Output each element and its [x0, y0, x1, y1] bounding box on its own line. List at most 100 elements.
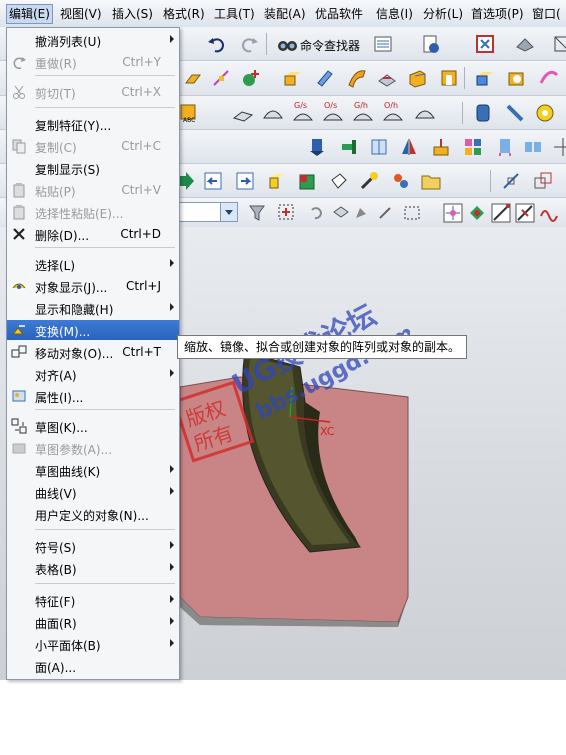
select-edge-icon[interactable]: [376, 202, 398, 224]
menu-item[interactable]: 变换(M)...: [7, 320, 179, 340]
surface-abc-icon[interactable]: ABC: [178, 102, 200, 124]
boolean-unite-icon[interactable]: [474, 67, 496, 89]
snap-point-icon[interactable]: [276, 202, 298, 224]
menu-item[interactable]: 选择(L): [7, 254, 179, 274]
sweep-icon[interactable]: [346, 67, 368, 89]
face-icon[interactable]: [328, 170, 350, 192]
snap-line-icon[interactable]: [490, 202, 512, 224]
menu-youpin[interactable]: 优品软件: [313, 5, 365, 23]
menu-item[interactable]: 草图(K)...: [7, 416, 179, 436]
shaded-view-icon[interactable]: [514, 33, 536, 55]
menu-item[interactable]: 复制显示(S): [7, 158, 179, 178]
spray-icon[interactable]: [358, 170, 380, 192]
snap-cross-icon[interactable]: [514, 202, 536, 224]
menu-item[interactable]: 符号(S): [7, 536, 179, 556]
menu-item[interactable]: 表格(B): [7, 558, 179, 578]
replace-right-icon[interactable]: [234, 170, 256, 192]
constraint-icon[interactable]: [430, 136, 452, 158]
spring-icon[interactable]: [504, 102, 526, 124]
replace-left-icon[interactable]: [202, 170, 224, 192]
type-filter-dropdown[interactable]: [178, 202, 238, 222]
menu-item[interactable]: 用户定义的对象(N)...: [7, 504, 179, 524]
menu-item[interactable]: 曲面(R): [7, 612, 179, 632]
select-face-icon[interactable]: [352, 202, 374, 224]
menu-format[interactable]: 格式(R): [161, 5, 207, 23]
edge-blend-icon[interactable]: [376, 67, 398, 89]
menu-item[interactable]: 选择性粘贴(E)...: [7, 202, 179, 222]
block-icon[interactable]: [282, 67, 304, 89]
extrude-icon[interactable]: [182, 67, 204, 89]
menu-item[interactable]: 显示和隐藏(H): [7, 298, 179, 318]
select-body-icon[interactable]: [330, 202, 352, 224]
point-icon[interactable]: [240, 67, 262, 89]
assembly-arrange-icon[interactable]: [494, 136, 516, 158]
menu-item[interactable]: 对齐(A): [7, 364, 179, 384]
menu-item[interactable]: 撤消列表(U): [7, 30, 179, 50]
menu-item[interactable]: 移动对象(O)... Ctrl+T: [7, 342, 179, 362]
surface-g-icon-1[interactable]: [232, 102, 254, 124]
exploded-view-icon[interactable]: [522, 136, 544, 158]
snap-curve-icon[interactable]: [538, 202, 560, 224]
continuity-oh-icon[interactable]: O/h: [382, 100, 404, 122]
undo-selection-icon[interactable]: [306, 202, 328, 224]
chamfer-icon[interactable]: [406, 67, 428, 89]
menu-assembly[interactable]: 装配(A): [262, 5, 308, 23]
layer-icon[interactable]: [372, 33, 394, 55]
continuity-gh-icon[interactable]: G/h: [352, 100, 374, 122]
menu-edit[interactable]: 编辑(E): [6, 4, 53, 24]
menu-analysis[interactable]: 分析(L): [421, 5, 465, 23]
cylinder-icon[interactable]: [314, 67, 336, 89]
menu-item[interactable]: 特征(F): [7, 590, 179, 610]
menu-insert[interactable]: 插入(S): [110, 5, 155, 23]
snap-end-icon[interactable]: [466, 202, 488, 224]
washer-icon[interactable]: [534, 102, 556, 124]
menu-item[interactable]: 复制(C) Ctrl+C: [7, 136, 179, 156]
continuity-os-icon[interactable]: O/s: [322, 100, 344, 122]
menu-item[interactable]: 重做(R) Ctrl+Y: [7, 52, 179, 72]
menu-item[interactable]: 剪切(T) Ctrl+X: [7, 82, 179, 102]
drum-icon[interactable]: [472, 102, 494, 124]
menu-item[interactable]: 面(A)...: [7, 656, 179, 676]
binoculars-icon[interactable]: [276, 33, 298, 55]
menu-item[interactable]: 复制特征(Y)...: [7, 114, 179, 134]
snap-grid-icon[interactable]: [442, 202, 464, 224]
boolean-intersect-icon[interactable]: [538, 67, 560, 89]
filter-icon[interactable]: [246, 202, 268, 224]
folder-icon[interactable]: [420, 170, 442, 192]
sequence-icon[interactable]: [552, 136, 566, 158]
rectangle-select-icon[interactable]: [402, 202, 424, 224]
pattern-icon[interactable]: [462, 136, 484, 158]
surface-g-icon-2[interactable]: [262, 102, 284, 124]
redo-icon[interactable]: [238, 33, 260, 55]
command-finder-label[interactable]: 命令查找器: [300, 37, 360, 54]
mirror-icon[interactable]: [398, 136, 420, 158]
fit-view-icon[interactable]: [474, 33, 496, 55]
menu-item[interactable]: 曲线(V): [7, 482, 179, 502]
menu-view[interactable]: 视图(V): [58, 5, 104, 23]
snap-view-icon[interactable]: [532, 170, 554, 192]
menu-item[interactable]: 小平面体(B): [7, 634, 179, 654]
menu-item[interactable]: 对象显示(J)... Ctrl+J: [7, 276, 179, 296]
menu-preferences[interactable]: 首选项(P): [469, 5, 526, 23]
menu-item[interactable]: 删除(D)... Ctrl+D: [7, 224, 179, 244]
menu-information[interactable]: 信息(I): [374, 5, 415, 23]
book-icon[interactable]: [368, 136, 390, 158]
menu-tools[interactable]: 工具(T): [212, 5, 257, 23]
datum-icon[interactable]: [210, 67, 232, 89]
measure-icon[interactable]: [500, 170, 522, 192]
color-palette-icon[interactable]: [390, 170, 412, 192]
surface-g-icon-3[interactable]: [414, 102, 436, 124]
boolean-subtract-icon[interactable]: [506, 67, 528, 89]
continuity-gs-icon[interactable]: G/s: [292, 100, 314, 122]
menu-item[interactable]: 粘贴(P) Ctrl+V: [7, 180, 179, 200]
undo-icon[interactable]: [206, 33, 228, 55]
menu-item[interactable]: 属性(I)...: [7, 386, 179, 406]
menu-item[interactable]: 草图曲线(K): [7, 460, 179, 480]
menu-item[interactable]: 草图参数(A)...: [7, 438, 179, 458]
yellow-block-icon[interactable]: [266, 170, 288, 192]
component-green-icon[interactable]: [338, 136, 360, 158]
component-blue-icon[interactable]: [306, 136, 328, 158]
menu-window[interactable]: 窗口(: [530, 5, 563, 23]
info-icon[interactable]: [420, 33, 442, 55]
green-block-icon[interactable]: [296, 170, 318, 192]
